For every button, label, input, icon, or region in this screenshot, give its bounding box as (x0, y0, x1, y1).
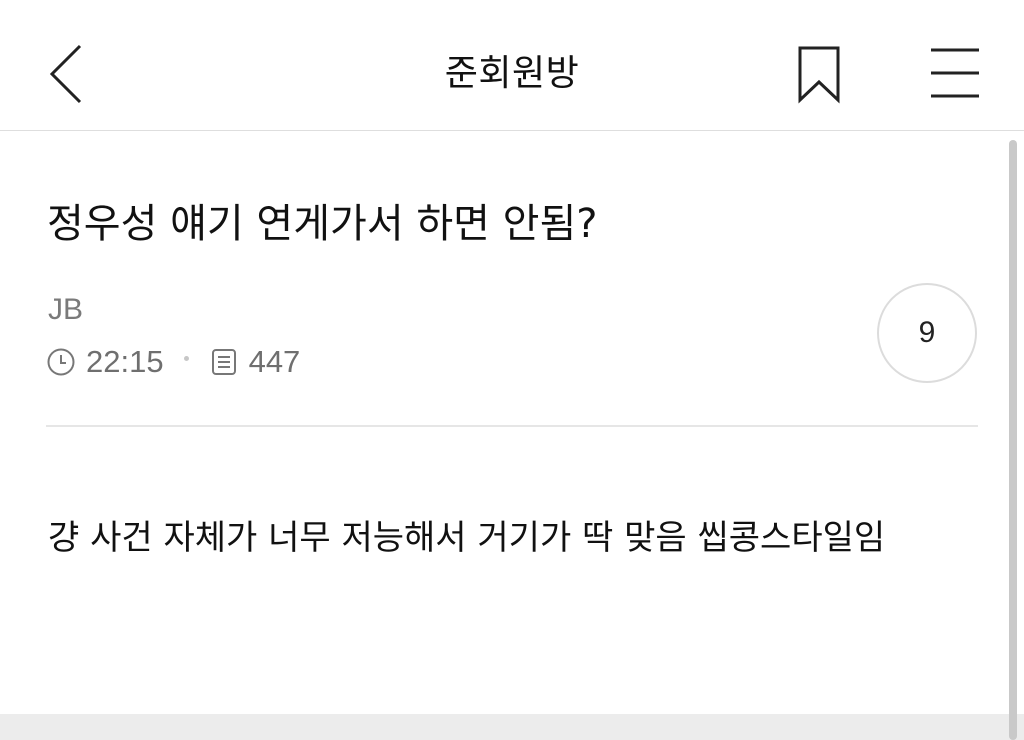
divider (46, 425, 978, 427)
hamburger-menu-icon (931, 48, 979, 98)
post-time: 22:15 (86, 344, 164, 379)
bookmark-button[interactable] (790, 40, 850, 110)
post-meta: 22:15 447 (46, 340, 300, 384)
post-title: 정우성 얘기 연게가서 하면 안됨? (47, 201, 598, 247)
menu-button[interactable] (922, 40, 988, 110)
bookmark-icon (798, 46, 840, 104)
bottom-bar (0, 714, 1024, 740)
post-body: 걍 사건 자체가 너무 저능해서 거기가 딱 맞음 씹콩스타일임 (48, 518, 886, 558)
comment-count-button[interactable]: 9 (877, 283, 977, 383)
top-app-bar: 준회원방 (0, 0, 1024, 131)
clock-icon (46, 347, 76, 377)
meta-separator (183, 355, 189, 361)
scrollbar[interactable] (1009, 140, 1017, 740)
document-icon (209, 347, 239, 377)
comment-count: 9 (918, 316, 936, 349)
post-author[interactable]: JB (48, 290, 83, 330)
post-view-count: 447 (248, 344, 301, 379)
page-title: 준회원방 (444, 53, 580, 94)
